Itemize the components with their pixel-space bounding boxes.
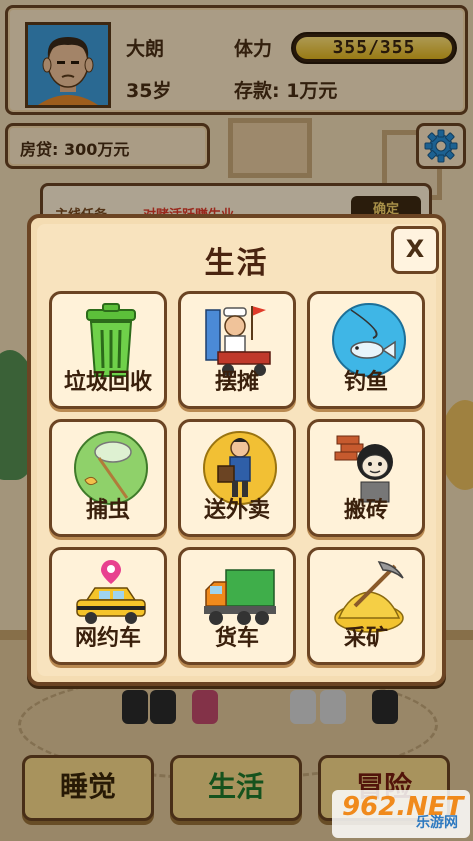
tile-label: 搬砖 [343,498,388,523]
tile-ride-hailing[interactable]: 网约车 [49,547,167,665]
tile-label: 捕虫 [85,498,130,523]
tile-mining[interactable]: 采矿 [307,547,425,665]
watermark-site-name: 乐游网 [416,815,458,831]
tile-label: 送外卖 [203,498,270,523]
tile-label: 钓鱼 [343,370,388,395]
modal-title: 生活 [204,246,269,281]
tile-label: 货车 [214,626,259,651]
life-modal: 生活 X 垃圾回收 摆摊 钓鱼 捕虫 送外卖 搬砖 网约车 货车 采矿 [27,214,446,686]
tile-catch-bugs[interactable]: 捕虫 [49,419,167,537]
tile-label: 摆摊 [214,370,259,395]
tile-label: 网约车 [74,626,141,651]
close-button[interactable]: X [391,226,439,274]
site-watermark: 962.NET 乐游网 [332,790,470,838]
tile-label: 采矿 [343,626,388,651]
tile-trash-recycling[interactable]: 垃圾回收 [49,291,167,409]
tile-truck[interactable]: 货车 [178,547,296,665]
tile-food-delivery[interactable]: 送外卖 [178,419,296,537]
tile-fishing[interactable]: 钓鱼 [307,291,425,409]
tile-street-vendor[interactable]: 摆摊 [178,291,296,409]
tile-label: 垃圾回收 [63,370,152,395]
tile-move-bricks[interactable]: 搬砖 [307,419,425,537]
